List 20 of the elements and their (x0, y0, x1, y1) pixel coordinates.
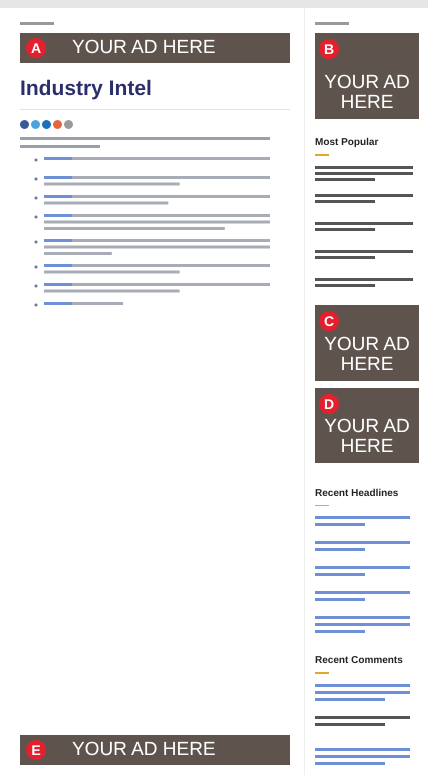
ad-marker-badge: B (319, 38, 339, 59)
ad-marker-badge: D (319, 394, 339, 414)
blurred-text-drawing (315, 22, 349, 25)
ad-marker-badge: E (26, 740, 46, 760)
page-title: Industry Intel (20, 77, 290, 110)
section-heading: Most Popular (315, 137, 380, 148)
ad-text: YOUR AD HERE (323, 416, 411, 457)
share-icon[interactable] (42, 120, 51, 129)
section-heading: Recent Comments (315, 654, 404, 666)
ad-text: YOUR AD HERE (72, 740, 216, 760)
ad-text: YOUR AD HERE (72, 38, 216, 58)
ad-text: YOUR AD HERE (323, 334, 411, 375)
blurred-text-drawing (20, 22, 54, 25)
ad-marker-badge: A (26, 38, 46, 58)
ad-marker-badge: C (319, 311, 339, 332)
section-heading: Recent Headlines (315, 488, 400, 499)
share-icon[interactable] (53, 120, 62, 129)
ad-text: YOUR AD HERE (323, 73, 411, 114)
share-icon[interactable] (64, 120, 73, 129)
share-icon[interactable] (20, 120, 29, 129)
